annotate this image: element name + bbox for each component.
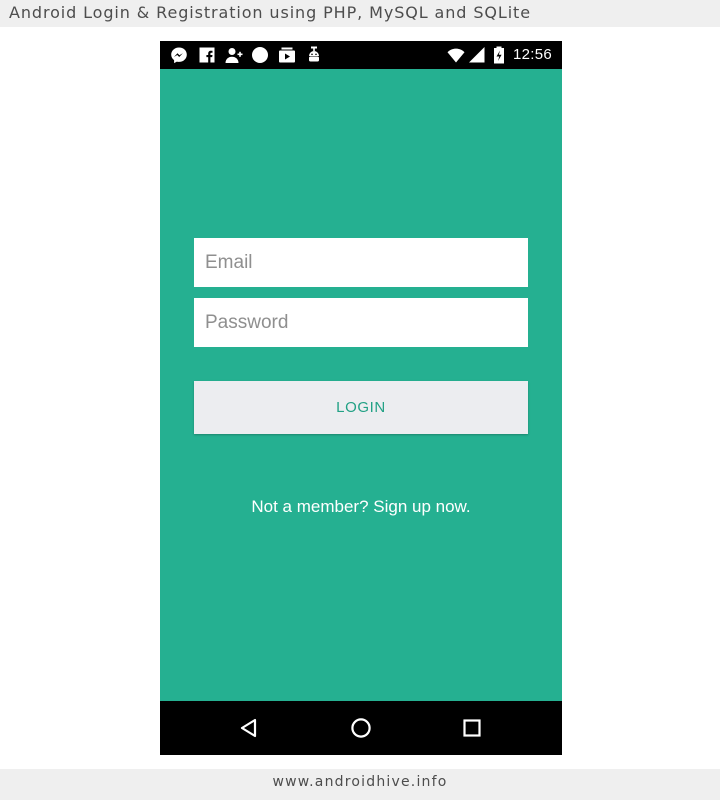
media-icon bbox=[278, 46, 296, 64]
battery-charging-icon bbox=[490, 46, 508, 64]
email-field[interactable] bbox=[194, 238, 528, 287]
android-debug-icon bbox=[305, 46, 323, 64]
home-icon[interactable] bbox=[350, 717, 372, 739]
status-time: 12:56 bbox=[512, 46, 552, 63]
messenger-icon bbox=[170, 46, 188, 64]
banner-title: Android Login & Registration using PHP, … bbox=[9, 3, 531, 22]
cell-signal-icon bbox=[468, 46, 486, 64]
facebook-icon bbox=[198, 46, 216, 64]
signup-link[interactable]: Not a member? Sign up now. bbox=[160, 497, 562, 517]
footer-url: www.androidhive.info bbox=[272, 774, 448, 790]
wifi-icon bbox=[447, 46, 465, 64]
login-button[interactable]: LOGIN bbox=[194, 381, 528, 434]
circle-icon bbox=[251, 46, 269, 64]
password-field[interactable] bbox=[194, 298, 528, 347]
status-bar: 12:56 bbox=[160, 41, 562, 69]
add-contact-icon bbox=[225, 46, 243, 64]
bottom-banner: www.androidhive.info bbox=[0, 769, 720, 800]
back-icon[interactable] bbox=[238, 717, 260, 739]
top-banner: Android Login & Registration using PHP, … bbox=[0, 0, 720, 27]
navigation-bar bbox=[160, 701, 562, 755]
phone-screen: 12:56 LOGIN Not a member? Sign up now. bbox=[160, 41, 562, 755]
recents-icon[interactable] bbox=[461, 717, 483, 739]
